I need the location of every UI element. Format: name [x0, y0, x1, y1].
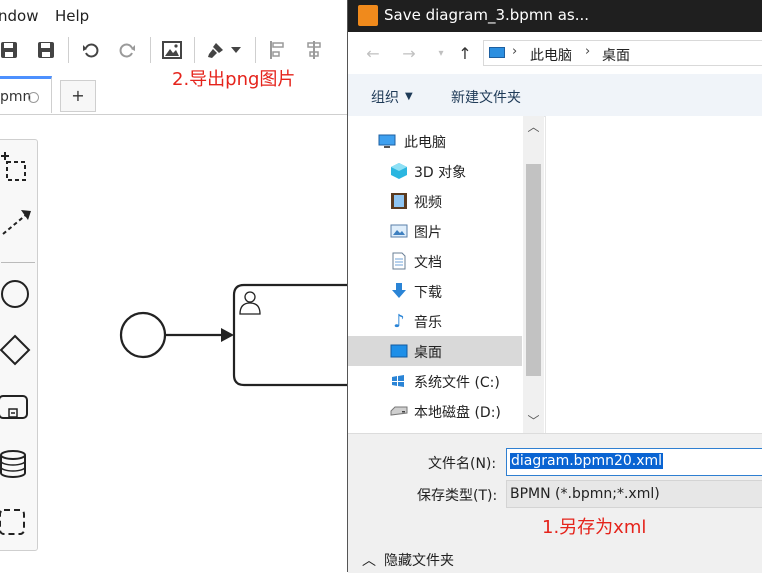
export-image-icon[interactable]: [160, 38, 184, 62]
scroll-up-icon[interactable]: ︿: [527, 120, 540, 134]
filename-label: 文件名(N):: [428, 456, 497, 472]
redo-icon[interactable]: [115, 38, 139, 62]
nav-item-system-drive[interactable]: 系统文件 (C:): [348, 366, 522, 396]
local-disk-icon: [390, 402, 408, 420]
paint-brush-icon[interactable]: [204, 38, 228, 62]
bpmn-editor-window: ndow Help 2.导出png图片 pmn +: [0, 0, 348, 572]
organize-chevron-icon[interactable]: ▼: [405, 91, 413, 102]
diagram-canvas[interactable]: [0, 114, 348, 572]
breadcrumb-separator-icon: ›: [585, 44, 591, 59]
nav-item-music[interactable]: ♪ 音乐: [348, 306, 522, 336]
computer-icon: [378, 132, 396, 150]
app-logo-icon: [358, 5, 378, 26]
new-tab-button[interactable]: +: [60, 80, 96, 112]
save-options-area: 文件名(N): diagram.bpmn20.xml 保存类型(T): BPMN…: [348, 433, 762, 573]
menu-window[interactable]: ndow: [0, 7, 38, 25]
nav-item-label: 本地磁盘 (D:): [414, 405, 501, 421]
3d-objects-icon: [390, 162, 408, 180]
sequence-flow-arrowhead: [221, 328, 234, 342]
menu-bar: ndow Help: [0, 0, 348, 32]
nav-item-label: 音乐: [414, 315, 442, 331]
dialog-title: Save diagram_3.bpmn as...: [384, 6, 590, 24]
nav-item-label: 系统文件 (C:): [414, 375, 500, 391]
save-as-icon[interactable]: [34, 38, 58, 62]
dialog-navigation-bar: ← → ▾ ↑ › 此电脑 › 桌面: [348, 32, 762, 74]
align-center-icon[interactable]: [302, 38, 326, 62]
start-event[interactable]: [119, 311, 167, 359]
nav-item-label: 图片: [414, 225, 442, 241]
scrollbar-thumb[interactable]: [526, 164, 541, 376]
nav-item-pictures[interactable]: 图片: [348, 216, 522, 246]
hide-folders-chevron-icon[interactable]: ︿: [362, 550, 376, 570]
pictures-icon: [390, 222, 408, 240]
nav-item-3d-objects[interactable]: 3D 对象: [348, 156, 522, 186]
unsaved-dot-icon: [28, 92, 39, 103]
music-icon: ♪: [393, 310, 405, 332]
tab-label: pmn: [0, 89, 32, 105]
breadcrumb-this-pc[interactable]: 此电脑: [530, 45, 572, 65]
editor-toolbar: [0, 32, 348, 68]
video-icon: [390, 192, 408, 210]
filetype-select[interactable]: BPMN (*.bpmn;*.xml): [506, 480, 762, 508]
menu-help[interactable]: Help: [55, 7, 89, 25]
breadcrumb-desktop[interactable]: 桌面: [602, 45, 630, 65]
tab-diagram[interactable]: pmn: [0, 76, 52, 113]
align-left-icon[interactable]: [266, 38, 290, 62]
undo-icon[interactable]: [79, 38, 103, 62]
file-list-pane[interactable]: [546, 116, 762, 433]
nav-item-label: 桌面: [414, 345, 442, 361]
navigation-pane: 此电脑 3D 对象 视频 图片 文档 下载 ♪ 音乐 桌面 系统文件 (C:) …: [348, 116, 544, 433]
diagram-tabs: pmn +: [0, 76, 348, 115]
dialog-titlebar: Save diagram_3.bpmn as...: [348, 0, 762, 32]
filename-field[interactable]: diagram.bpmn20.xml: [506, 448, 762, 476]
nav-item-this-pc[interactable]: 此电脑: [348, 126, 522, 156]
system-drive-icon: [390, 372, 408, 390]
scroll-down-icon[interactable]: ﹀: [527, 414, 540, 428]
nav-item-label: 下载: [414, 285, 442, 301]
organize-button[interactable]: 组织: [371, 87, 399, 107]
up-arrow-icon[interactable]: ↑: [454, 42, 476, 64]
nav-item-label: 3D 对象: [414, 165, 467, 181]
filename-value: diagram.bpmn20.xml: [510, 453, 664, 469]
nav-item-videos[interactable]: 视频: [348, 186, 522, 216]
breadcrumb-separator-icon: ›: [512, 44, 518, 59]
back-arrow-icon[interactable]: ←: [362, 42, 384, 64]
hide-folders-button[interactable]: 隐藏文件夹: [384, 550, 454, 570]
nav-item-local-disk[interactable]: 本地磁盘 (D:): [348, 396, 522, 426]
address-bar[interactable]: › 此电脑 › 桌面: [483, 40, 762, 66]
command-bar: 组织 ▼ 新建文件夹: [348, 74, 762, 117]
documents-icon: [390, 252, 408, 270]
recent-locations-chevron-icon[interactable]: ▾: [430, 42, 452, 64]
navigation-scrollbar[interactable]: ︿ ﹀: [523, 116, 544, 433]
nav-item-label: 文档: [414, 255, 442, 271]
forward-arrow-icon[interactable]: →: [398, 42, 420, 64]
chevron-down-icon[interactable]: [228, 38, 244, 62]
annotation-save-as-xml: 1.另存为xml: [542, 517, 647, 538]
nav-item-downloads[interactable]: 下载: [348, 276, 522, 306]
new-folder-button[interactable]: 新建文件夹: [451, 87, 521, 107]
filetype-value: BPMN (*.bpmn;*.xml): [510, 486, 660, 502]
save-as-dialog: Save diagram_3.bpmn as... ← → ▾ ↑ › 此电脑 …: [347, 0, 762, 573]
filetype-label: 保存类型(T):: [417, 488, 498, 504]
computer-icon: [489, 47, 505, 58]
desktop-icon: [390, 342, 408, 360]
save-icon[interactable]: [0, 38, 21, 62]
nav-item-desktop[interactable]: 桌面: [348, 336, 522, 366]
nav-item-documents[interactable]: 文档: [348, 246, 522, 276]
nav-item-label: 视频: [414, 195, 442, 211]
download-icon: [390, 282, 408, 300]
nav-item-label: 此电脑: [404, 135, 446, 151]
